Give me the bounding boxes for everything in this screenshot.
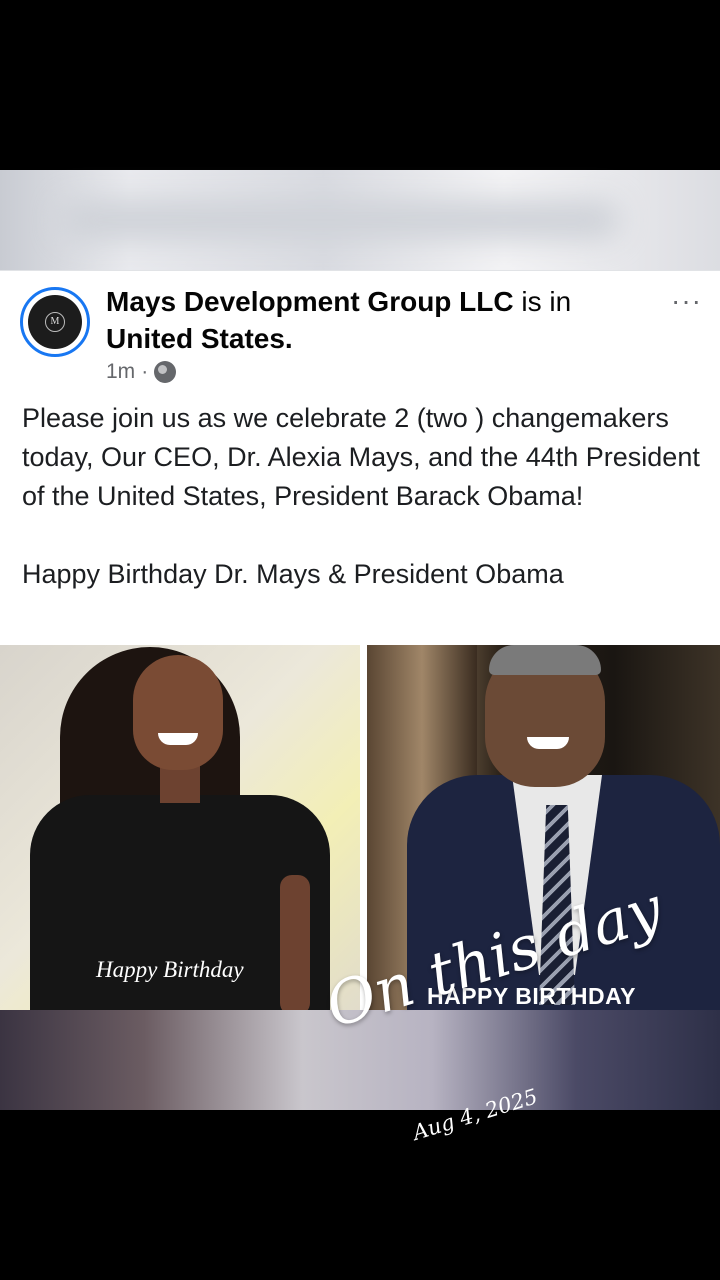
facebook-post: M Mays Development Group LLC is in Unite… bbox=[0, 270, 720, 646]
meta-separator: · bbox=[141, 360, 149, 383]
photo-hair-gray bbox=[489, 645, 601, 675]
post-header: Mays Development Group LLC is in United … bbox=[106, 283, 646, 357]
author-name[interactable]: Mays Development Group LLC bbox=[106, 286, 514, 317]
logo-icon: M bbox=[45, 312, 65, 332]
photo-smile-right bbox=[527, 737, 569, 749]
location-connector: is in bbox=[513, 286, 572, 317]
globe-icon bbox=[154, 361, 177, 383]
top-black-bar bbox=[0, 0, 720, 170]
profile-avatar[interactable]: M bbox=[20, 287, 90, 357]
post-body: Please join us as we celebrate 2 (two ) … bbox=[22, 403, 700, 589]
location-name[interactable]: United States. bbox=[106, 323, 293, 354]
photo-dr-mays[interactable]: Happy Birthday bbox=[0, 645, 360, 1010]
photo-face bbox=[133, 655, 223, 770]
blurred-content bbox=[60, 200, 620, 240]
post-time[interactable]: 1m bbox=[106, 360, 135, 384]
post-meta: 1m · bbox=[106, 360, 177, 384]
left-photo-caption: Happy Birthday bbox=[96, 957, 244, 982]
photo-arm bbox=[280, 875, 310, 1010]
blurred-header bbox=[0, 170, 720, 270]
avatar-image: M bbox=[28, 295, 82, 349]
more-options-icon[interactable]: ··· bbox=[671, 285, 702, 317]
photo-smile bbox=[158, 733, 198, 745]
